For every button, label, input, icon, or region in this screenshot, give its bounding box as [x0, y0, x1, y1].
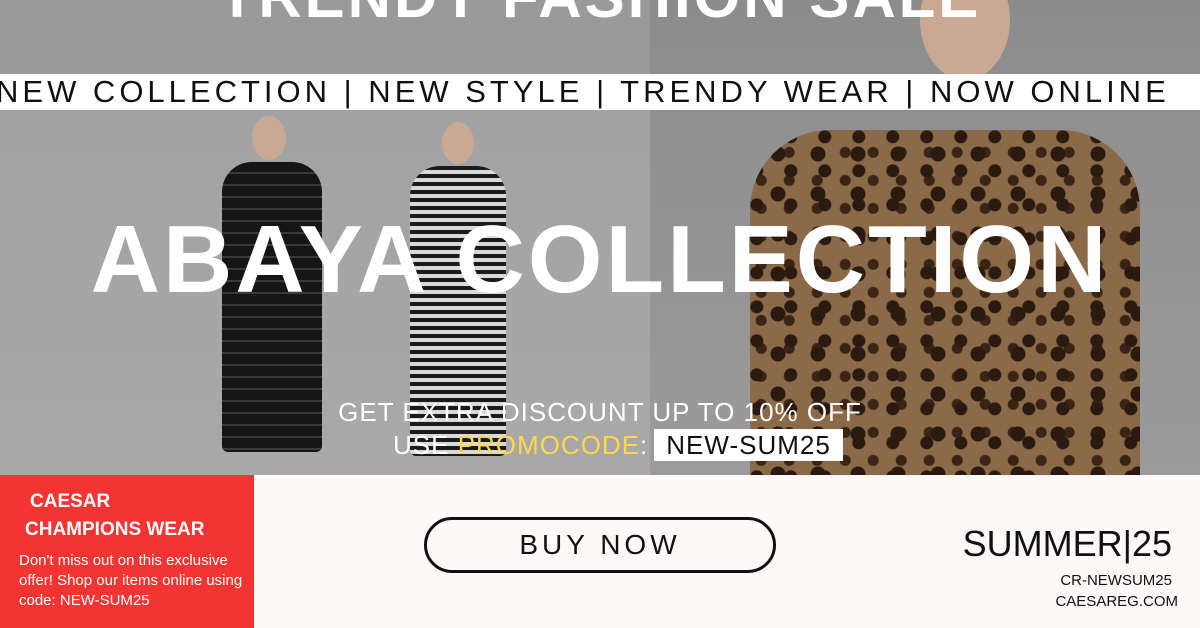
promo-code-badge: NEW-SUM25	[654, 429, 843, 461]
discount-text: GET EXTRA DISCOUNT UP TO 10% OFF	[338, 397, 862, 427]
footer-bar: CAESAR CHAMPIONS WEAR Don't miss out on …	[0, 475, 1200, 628]
ticker-strip: NEW COLLECTION | NEW STYLE | TRENDY WEAR…	[0, 74, 1200, 110]
buy-now-button[interactable]: BUY NOW	[424, 517, 776, 573]
main-title: ABAYA COLLECTION	[90, 206, 1110, 313]
brand-name-line2: CHAMPIONS WEAR	[25, 519, 205, 540]
brand-box: CAESAR CHAMPIONS WEAR Don't miss out on …	[0, 475, 254, 628]
promo-code-small: CR-NEWSUM25	[1060, 572, 1172, 589]
promo-colon: :	[640, 430, 649, 460]
promo-line: USE PROMOCODE: NEW-SUM25	[393, 428, 843, 462]
website-link[interactable]: CAESAREG.COM	[1055, 593, 1178, 610]
ticker-text: NEW COLLECTION | NEW STYLE | TRENDY WEAR…	[0, 74, 1170, 109]
brand-name-line1: CAESAR	[30, 491, 111, 512]
top-title: TRENDY FASHION SALE	[0, 0, 1200, 31]
promo-prefix: USE	[393, 430, 458, 460]
brand-description: Don't miss out on this exclusive offer! …	[19, 552, 243, 609]
promo-word: PROMOCODE	[457, 430, 641, 460]
season-label: SUMMER|25	[962, 523, 1172, 564]
hero-banner: TRENDY FASHION SALE NEW COLLECTION | NEW…	[0, 0, 1200, 475]
